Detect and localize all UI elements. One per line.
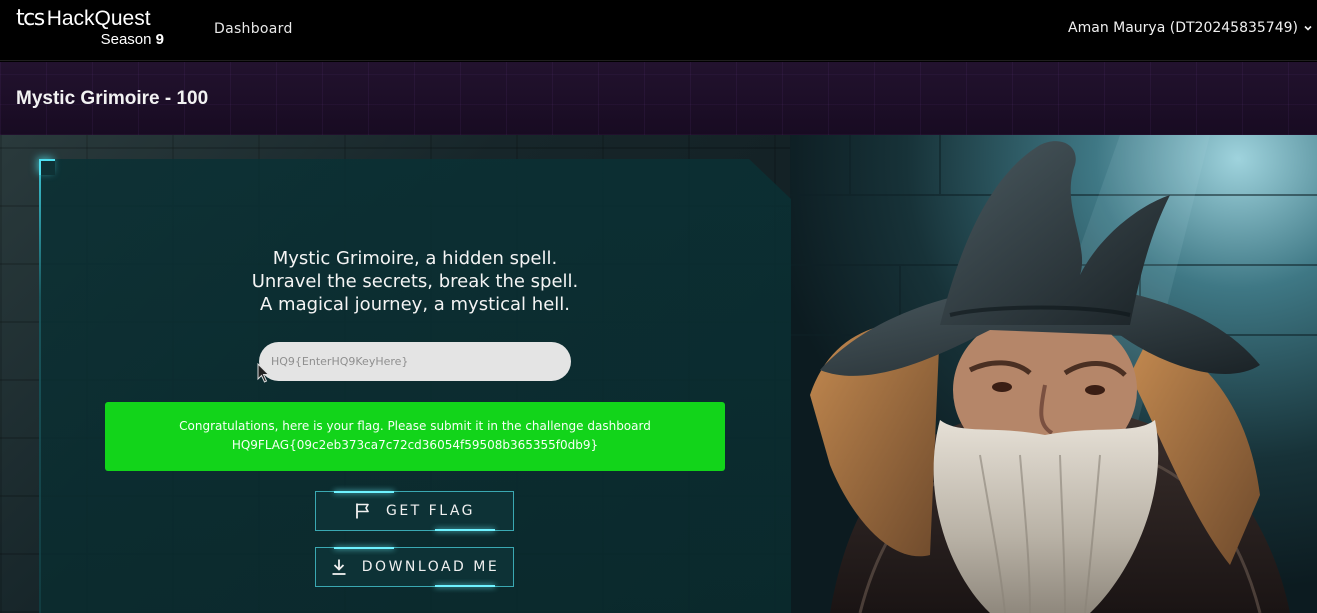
panel-corner-glow <box>39 159 55 175</box>
flag-icon <box>356 503 369 519</box>
title-band: Mystic Grimoire - 100 <box>0 62 1317 135</box>
challenge-panel <box>39 159 791 613</box>
panel-border <box>39 159 41 613</box>
logo-season: Season 9 <box>101 31 164 48</box>
wizard-illustration <box>790 135 1317 613</box>
poem-line: Mystic Grimoire, a hidden spell. <box>272 248 558 269</box>
download-icon <box>332 559 346 575</box>
user-menu[interactable]: Aman Maurya (DT20245835749) <box>1068 20 1313 36</box>
alert-message: Congratulations, here is your flag. Plea… <box>179 419 651 433</box>
page-title: Mystic Grimoire - 100 <box>16 88 209 109</box>
logo-season-number: 9 <box>155 31 164 48</box>
chevron-down-icon <box>1304 25 1312 31</box>
challenge-poem: Mystic Grimoire, a hidden spell. Unravel… <box>105 247 725 316</box>
challenge-hero: Mystic Grimoire, a hidden spell. Unravel… <box>0 135 1317 613</box>
get-flag-button[interactable]: GET FLAG <box>315 491 514 531</box>
logo-brand: tcs <box>16 6 45 31</box>
top-navbar: tcs HackQuest Season 9 Dashboard Aman Ma… <box>0 0 1317 61</box>
logo-product: HackQuest <box>46 7 151 30</box>
download-me-button[interactable]: DOWNLOAD ME <box>315 547 514 587</box>
mouse-cursor-icon <box>257 363 270 383</box>
tcs-hackquest-logo[interactable]: tcs HackQuest Season 9 <box>16 6 176 52</box>
nav-dashboard-link[interactable]: Dashboard <box>214 21 293 37</box>
user-name: Aman Maurya (DT20245835749) <box>1068 20 1298 36</box>
logo-season-prefix: Season <box>100 31 152 48</box>
get-flag-label: GET FLAG <box>385 503 476 519</box>
download-me-label: DOWNLOAD ME <box>361 559 500 575</box>
poem-line: Unravel the secrets, break the spell. <box>251 271 579 292</box>
success-alert: Congratulations, here is your flag. Plea… <box>105 402 725 471</box>
poem-line: A magical journey, a mystical hell. <box>260 294 570 315</box>
flag-input[interactable] <box>259 342 571 381</box>
alert-flag: HQ9FLAG{09c2eb373ca7c72cd36054f59508b365… <box>231 438 599 452</box>
